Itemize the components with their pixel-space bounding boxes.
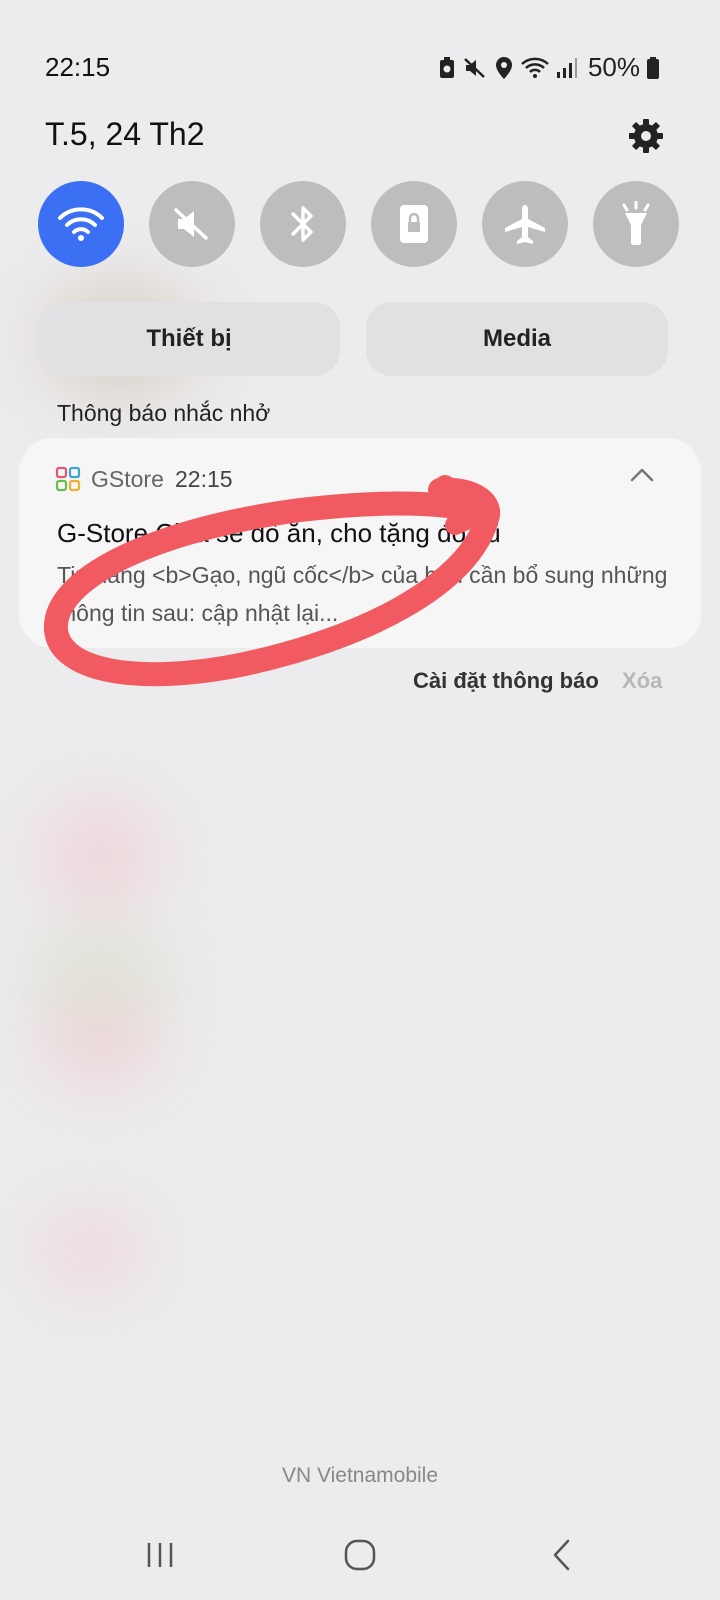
signal-icon — [556, 57, 577, 78]
rotation-lock-icon — [400, 205, 428, 243]
status-time: 22:15 — [45, 52, 111, 82]
quick-settings-row — [38, 181, 682, 267]
airplane-icon — [505, 205, 545, 244]
notification-time: 22:15 — [175, 466, 233, 492]
clear-button[interactable]: Xóa — [622, 668, 662, 694]
recent-apps-icon — [147, 1543, 173, 1567]
home-icon — [344, 1539, 376, 1571]
status-bar: 22:15 50% — [0, 0, 720, 120]
back-icon — [553, 1539, 570, 1571]
wifi-toggle[interactable] — [38, 181, 124, 267]
airplane-mode-toggle[interactable] — [482, 181, 568, 267]
device-button[interactable]: Thiết bị — [38, 302, 340, 376]
gstore-app-icon — [55, 466, 81, 492]
media-button[interactable]: Media — [366, 302, 668, 376]
battery-icon — [647, 56, 659, 79]
background-blur — [40, 1210, 140, 1290]
notification-title: G-Store Chia sẻ đồ ăn, cho tặng đồ cũ — [57, 518, 501, 548]
carrier-label: VN Vietnamobile — [281, 1464, 439, 1487]
bluetooth-toggle[interactable] — [260, 181, 346, 267]
wifi-icon — [521, 57, 549, 78]
gear-icon[interactable] — [626, 116, 666, 156]
battery-saver-icon — [439, 56, 454, 78]
navigation-bar — [0, 1520, 720, 1590]
chevron-up-icon[interactable] — [627, 464, 657, 486]
notification-section-label: Thông báo nhắc nhở — [57, 400, 271, 426]
background-blur — [40, 1000, 160, 1090]
back-button[interactable] — [532, 1520, 592, 1590]
recent-apps-button[interactable] — [130, 1520, 190, 1590]
background-blur — [40, 800, 160, 910]
date: T.5, 24 Th2 — [45, 116, 205, 152]
rotation-lock-toggle[interactable] — [371, 181, 457, 267]
bluetooth-icon — [291, 206, 313, 242]
mute-icon — [174, 208, 208, 240]
battery-percent: 50% — [587, 52, 640, 82]
notification-settings-button[interactable]: Cài đặt thông báo — [413, 668, 599, 694]
location-icon — [495, 56, 512, 79]
wifi-icon — [58, 207, 104, 241]
home-button[interactable] — [330, 1520, 390, 1590]
mute-icon — [464, 57, 485, 78]
notification-app-name: GStore — [91, 466, 164, 492]
notification-body: Tin đăng <b>Gạo, ngũ cốc</b> của bạn cần… — [57, 562, 668, 626]
flashlight-toggle[interactable] — [593, 181, 679, 267]
sound-toggle[interactable] — [149, 181, 235, 267]
status-icons: 50% — [438, 52, 660, 83]
flashlight-icon — [622, 201, 650, 245]
notification-card[interactable]: GStore 22:15 G-Store Chia sẻ đồ ăn, cho … — [19, 438, 701, 648]
